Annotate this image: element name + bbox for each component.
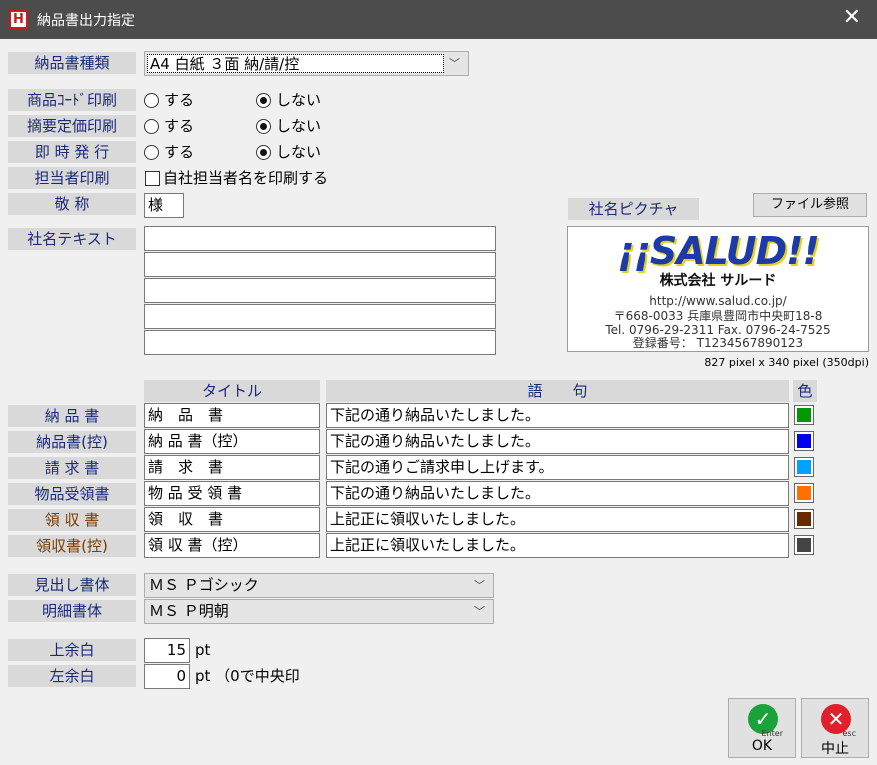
logo-url: http://www.salud.co.jp/ bbox=[649, 294, 787, 308]
row-label-receipt-copy: 領収書(控) bbox=[8, 535, 136, 557]
title-input-delivery-copy[interactable]: 納 品 書（控） bbox=[144, 429, 320, 454]
company-picture-label: 社名ピクチャ bbox=[568, 198, 699, 220]
body-font-select[interactable]: ＭＳ Ｐ明朝 ﹀ bbox=[144, 599, 494, 624]
title-bar: H 納品書出力指定 ✕ bbox=[0, 0, 877, 39]
color-swatch-delivery[interactable] bbox=[794, 405, 814, 425]
immediate-issue-no-radio[interactable]: しない bbox=[256, 141, 321, 163]
company-text-line-3[interactable] bbox=[144, 278, 496, 303]
company-text-line-2[interactable] bbox=[144, 252, 496, 277]
phrase-input-invoice[interactable]: 下記の通りご請求申し上げます。 bbox=[326, 455, 789, 480]
top-margin-unit: pt bbox=[195, 641, 211, 659]
color-swatch-invoice[interactable] bbox=[794, 457, 814, 477]
image-size-info: 827 pixel x 340 pixel (350dpi) bbox=[704, 356, 869, 369]
row-label-delivery-copy: 納品書(控) bbox=[8, 431, 136, 453]
code-print-no-radio[interactable]: しない bbox=[256, 89, 321, 111]
company-logo-image: ¡¡SALUD!! 株式会社 サルード http://www.salud.co.… bbox=[567, 226, 869, 352]
title-input-receipt[interactable]: 領 収 書 bbox=[144, 507, 320, 532]
ok-shortcut: Enter bbox=[761, 729, 783, 738]
chevron-down-icon: ﹀ bbox=[474, 579, 485, 592]
price-print-yes-radio[interactable]: する bbox=[144, 115, 194, 137]
phrase-input-delivery[interactable]: 下記の通り納品いたしました。 bbox=[326, 403, 789, 428]
phrase-input-receipt[interactable]: 上記正に領収いたしました。 bbox=[326, 507, 789, 532]
phrase-input-goods-receipt[interactable]: 下記の通り納品いたしました。 bbox=[326, 481, 789, 506]
app-icon: H bbox=[9, 10, 28, 29]
company-text-line-5[interactable] bbox=[144, 330, 496, 355]
code-print-yes-radio[interactable]: する bbox=[144, 89, 194, 111]
company-text-line-4[interactable] bbox=[144, 304, 496, 329]
immediate-issue-label: 即 時 発 行 bbox=[8, 141, 136, 163]
window-title: 納品書出力指定 bbox=[37, 13, 135, 29]
row-label-delivery: 納 品 書 bbox=[8, 405, 136, 427]
title-input-receipt-copy[interactable]: 領 収 書（控） bbox=[144, 533, 320, 558]
type-select[interactable]: A4 白紙 ３面 納/請/控 ﹀ bbox=[144, 51, 469, 76]
ok-label: OK bbox=[751, 738, 773, 754]
col-color-header: 色 bbox=[793, 380, 817, 402]
phrase-input-receipt-copy[interactable]: 上記正に領収いたしました。 bbox=[326, 533, 789, 558]
logo-wordmark: ¡¡SALUD!! bbox=[617, 229, 820, 273]
title-input-goods-receipt[interactable]: 物 品 受 領 書 bbox=[144, 481, 320, 506]
ok-button[interactable]: ✓ Enter OK bbox=[728, 698, 796, 758]
browse-file-button[interactable]: ファイル参照 bbox=[753, 193, 867, 217]
phrase-input-delivery-copy[interactable]: 下記の通り納品いたしました。 bbox=[326, 429, 789, 454]
staff-print-label: 担当者印刷 bbox=[8, 167, 136, 189]
cancel-button[interactable]: ✕ esc 中止 bbox=[801, 698, 869, 758]
cancel-label: 中止 bbox=[821, 741, 849, 757]
staff-print-checkbox[interactable]: 自社担当者名を印刷する bbox=[144, 167, 328, 189]
type-label: 納品書種類 bbox=[8, 52, 136, 74]
logo-company-name: 株式会社 サルード bbox=[659, 273, 777, 289]
honorific-label: 敬 称 bbox=[8, 193, 136, 215]
code-print-label: 商品ｺｰﾄﾞ印刷 bbox=[8, 89, 136, 111]
close-icon[interactable]: ✕ bbox=[843, 6, 861, 30]
chevron-down-icon: ﹀ bbox=[449, 57, 460, 70]
cancel-shortcut: esc bbox=[842, 729, 857, 738]
immediate-issue-yes-radio[interactable]: する bbox=[144, 141, 194, 163]
color-swatch-receipt-copy[interactable] bbox=[794, 535, 814, 555]
color-swatch-delivery-copy[interactable] bbox=[794, 431, 814, 451]
left-margin-unit: pt （0で中央印 bbox=[195, 667, 300, 685]
type-value: A4 白紙 ３面 納/請/控 bbox=[147, 54, 444, 73]
price-print-no-radio[interactable]: しない bbox=[256, 115, 321, 137]
body-font-label: 明細書体 bbox=[8, 600, 136, 622]
left-margin-input[interactable]: 0 bbox=[144, 664, 190, 689]
heading-font-select[interactable]: ＭＳ Ｐゴシック ﹀ bbox=[144, 573, 494, 598]
logo-reg: 登録番号： T1234567890123 bbox=[632, 336, 804, 350]
company-text-line-1[interactable] bbox=[144, 226, 496, 251]
row-label-invoice: 請 求 書 bbox=[8, 457, 136, 479]
row-label-receipt: 領 収 書 bbox=[8, 509, 136, 531]
title-input-delivery[interactable]: 納 品 書 bbox=[144, 403, 320, 428]
col-title-header: タイトル bbox=[144, 380, 320, 402]
color-swatch-goods-receipt[interactable] bbox=[794, 483, 814, 503]
title-input-invoice[interactable]: 請 求 書 bbox=[144, 455, 320, 480]
left-margin-label: 左余白 bbox=[8, 665, 136, 687]
company-text-label: 社名テキスト bbox=[8, 228, 136, 250]
honorific-input[interactable]: 様 bbox=[144, 193, 184, 218]
row-label-goods-receipt: 物品受領書 bbox=[8, 483, 136, 505]
logo-address: 〒668-0033 兵庫県豊岡市中央町18-8 bbox=[613, 309, 823, 323]
heading-font-value: ＭＳ Ｐゴシック bbox=[149, 576, 259, 594]
body-font-value: ＭＳ Ｐ明朝 bbox=[149, 602, 229, 620]
heading-font-label: 見出し書体 bbox=[8, 574, 136, 596]
price-print-label: 摘要定価印刷 bbox=[8, 115, 136, 137]
chevron-down-icon: ﹀ bbox=[474, 605, 485, 618]
top-margin-label: 上余白 bbox=[8, 639, 136, 661]
col-phrase-header: 語 句 bbox=[326, 380, 789, 402]
color-swatch-receipt[interactable] bbox=[794, 509, 814, 529]
top-margin-input[interactable]: 15 bbox=[144, 638, 190, 663]
